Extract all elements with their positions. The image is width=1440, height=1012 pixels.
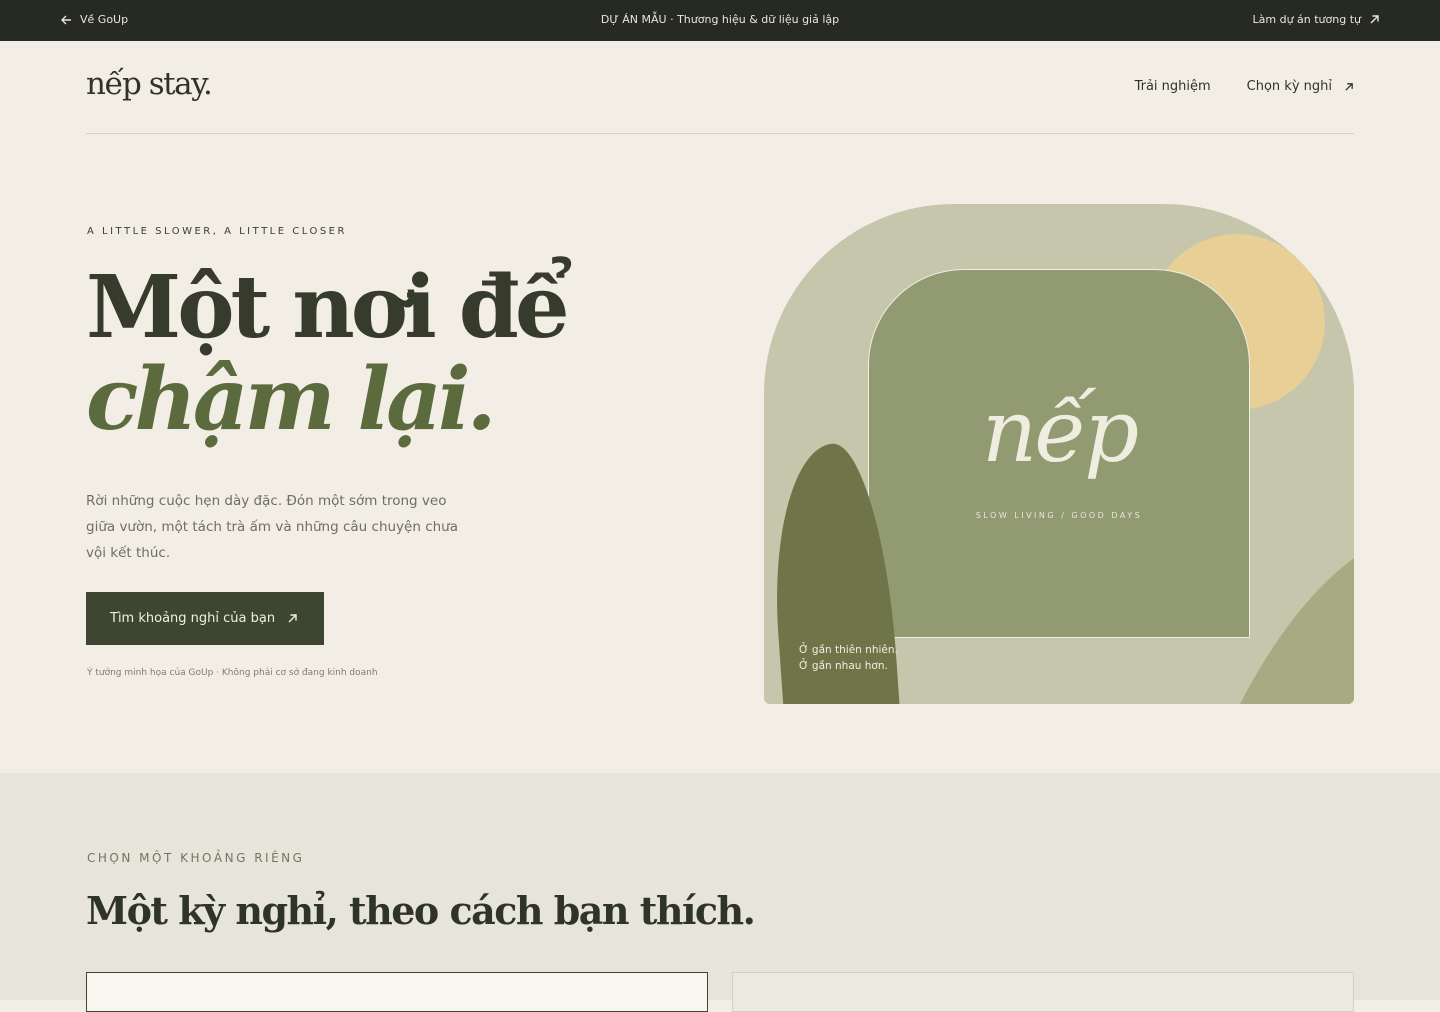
hero-title: Một nơi để chậm lại. (86, 262, 570, 450)
hero-description: Rời những cuộc hẹn dày đặc. Đón một sớm … (86, 493, 459, 561)
site-header: nếp stay. Trải nghiệm Chọn kỳ nghỉ (86, 41, 1354, 134)
nav-item-label: Trải nghiệm (1134, 79, 1211, 94)
project-notice-text: DỰ ÁN MẪU · Thương hiệu & dữ liệu giả lậ… (600, 13, 840, 26)
main-nav: Trải nghiệm Chọn kỳ nghỉ (1135, 79, 1354, 94)
hero-title-line2: chậm lại. (86, 349, 497, 450)
section-title: Một kỳ nghỉ, theo cách bạn thích. (86, 888, 756, 933)
nav-item-choose-stay[interactable]: Chọn kỳ nghỉ (1247, 79, 1354, 94)
nav-item-label: Chọn kỳ nghỉ (1246, 79, 1332, 94)
project-notice: DỰ ÁN MẪU · Thương hiệu & dữ liệu giả lậ… (0, 13, 1440, 26)
stay-options-section: CHỌN MỘT KHOẢNG RIÊNG Một kỳ nghỉ, theo … (0, 773, 1440, 1012)
brand-mark: nếp (981, 382, 1139, 482)
site-logo[interactable]: nếp stay. (86, 66, 213, 102)
arch-frame: nếp SLOW LIVING / GOOD DAYS (868, 269, 1250, 638)
brand-tagline: SLOW LIVING / GOOD DAYS (975, 511, 1143, 520)
similar-project-link[interactable]: Làm dự án tương tự (1253, 13, 1381, 26)
hero-title-line1: Một nơi để (86, 257, 570, 358)
nav-item-experience[interactable]: Trải nghiệm (1135, 79, 1211, 94)
section-eyebrow: CHỌN MỘT KHOẢNG RIÊNG (87, 851, 305, 865)
hero-eyebrow: A LITTLE SLOWER, A LITTLE CLOSER (87, 226, 347, 237)
illustration-caption: Ở gần thiên nhiên. Ở gần nhau hơn. (799, 642, 898, 674)
stay-option-card[interactable] (86, 972, 708, 1012)
disclaimer-note: Ý tưởng minh họa của GoUp · Không phải c… (87, 668, 378, 678)
hero-illustration: nếp SLOW LIVING / GOOD DAYS Ở gần thiên … (764, 204, 1354, 704)
top-announcement-bar: Về GoUp DỰ ÁN MẪU · Thương hiệu & dữ liệ… (0, 0, 1440, 41)
similar-project-label: Làm dự án tương tự (1252, 13, 1362, 26)
stay-option-card[interactable] (732, 972, 1354, 1012)
caption-line2: Ở gần nhau hơn. (799, 660, 888, 672)
arrow-up-right-icon (287, 613, 298, 624)
arrow-up-right-icon (1369, 14, 1380, 25)
find-stay-label: Tìm khoảng nghỉ của bạn (110, 611, 276, 626)
arrow-up-right-icon (1344, 82, 1354, 92)
caption-line1: Ở gần thiên nhiên. (799, 644, 898, 656)
find-stay-button[interactable]: Tìm khoảng nghỉ của bạn (86, 592, 324, 645)
